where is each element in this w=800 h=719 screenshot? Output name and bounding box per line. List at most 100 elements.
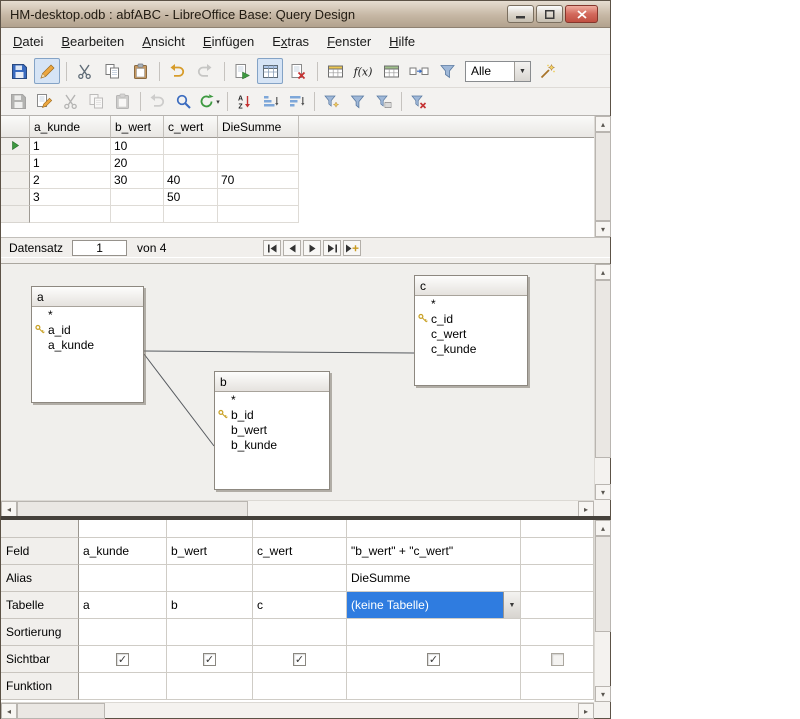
- functions-button[interactable]: f(x): [350, 58, 376, 84]
- edit-mode-button[interactable]: [34, 58, 60, 84]
- grid-cell-sortierung-1[interactable]: [79, 619, 167, 646]
- visible-checkbox[interactable]: [551, 653, 564, 666]
- visible-checkbox[interactable]: ✓: [293, 653, 306, 666]
- limit-combobox[interactable]: Alle▼: [465, 61, 531, 82]
- grid-cell-sortierung-4[interactable]: [347, 619, 521, 646]
- scroll-down-button[interactable]: ▾: [595, 221, 611, 237]
- grid-cell-funktion-2[interactable]: [167, 673, 253, 700]
- results-cell[interactable]: [164, 206, 218, 223]
- previous-record-button[interactable]: [283, 240, 301, 256]
- grid-cell-funktion-1[interactable]: [79, 673, 167, 700]
- table-field-b_kunde[interactable]: b_kunde: [215, 437, 329, 452]
- grid-cell-feld-3[interactable]: c_wert: [253, 538, 347, 565]
- grid-cell-funktion-5[interactable]: [521, 673, 594, 700]
- results-cell[interactable]: 1: [30, 138, 111, 155]
- table-field-b_id[interactable]: b_id: [215, 407, 329, 422]
- menu-einfgen[interactable]: Einfügen: [194, 28, 263, 54]
- results-cell[interactable]: 50: [164, 189, 218, 206]
- scroll-up-button[interactable]: ▴: [595, 520, 611, 536]
- grid-cell-sichtbar-5[interactable]: [521, 646, 594, 673]
- grid-cell-funktion-3[interactable]: [253, 673, 347, 700]
- copy-button[interactable]: [84, 90, 108, 114]
- menu-hilfe[interactable]: Hilfe: [380, 28, 424, 54]
- design-view-button[interactable]: [257, 58, 283, 84]
- menu-bearbeiten[interactable]: Bearbeiten: [52, 28, 133, 54]
- maximize-button[interactable]: [536, 5, 563, 23]
- grid-cell-feld-5[interactable]: [521, 538, 594, 565]
- chevron-down-icon[interactable]: ▼: [514, 62, 530, 81]
- close-button[interactable]: [565, 5, 598, 23]
- results-column-header-b_wert[interactable]: b_wert: [111, 116, 164, 138]
- last-record-button[interactable]: [323, 240, 341, 256]
- scroll-up-button[interactable]: ▴: [595, 116, 611, 132]
- table-field-a_id[interactable]: a_id: [32, 322, 143, 337]
- grid-cell-sichtbar-3[interactable]: ✓: [253, 646, 347, 673]
- grid-cell-tabelle-3[interactable]: c: [253, 592, 347, 619]
- visible-checkbox[interactable]: ✓: [203, 653, 216, 666]
- paste-button[interactable]: [110, 90, 134, 114]
- results-cell[interactable]: 2: [30, 172, 111, 189]
- scroll-down-button[interactable]: ▾: [595, 686, 611, 702]
- chevron-down-icon[interactable]: ▾: [216, 98, 220, 106]
- grid-cell-tabelle-1[interactable]: a: [79, 592, 167, 619]
- sort-button[interactable]: AZ: [232, 90, 256, 114]
- minimize-button[interactable]: [507, 5, 534, 23]
- row-header[interactable]: [1, 138, 30, 155]
- results-cell[interactable]: 40: [164, 172, 218, 189]
- visible-checkbox[interactable]: ✓: [427, 653, 440, 666]
- table-frame-c[interactable]: c*c_idc_wertc_kunde: [414, 275, 528, 386]
- scroll-right-button[interactable]: ▸: [578, 703, 594, 719]
- results-cell[interactable]: 1: [30, 155, 111, 172]
- edit-data-button[interactable]: [32, 90, 56, 114]
- table-field-b_wert[interactable]: b_wert: [215, 422, 329, 437]
- find-record-button[interactable]: [171, 90, 195, 114]
- sort-ascending-button[interactable]: [258, 90, 282, 114]
- table-field-c_kunde[interactable]: c_kunde: [415, 341, 527, 356]
- cut-button[interactable]: [71, 58, 97, 84]
- grid-cell-sichtbar-4[interactable]: ✓: [347, 646, 521, 673]
- results-cell[interactable]: [218, 155, 299, 172]
- grid-cell-alias-4[interactable]: DieSumme: [347, 565, 521, 592]
- cut-button[interactable]: [58, 90, 82, 114]
- save-button[interactable]: [6, 58, 32, 84]
- results-cell[interactable]: [218, 206, 299, 223]
- table-select-dropdown-button[interactable]: ▼: [503, 592, 520, 618]
- next-record-button[interactable]: [303, 240, 321, 256]
- redo-button[interactable]: [192, 58, 218, 84]
- results-column-header-c_wert[interactable]: c_wert: [164, 116, 218, 138]
- grid-cell-feld-2[interactable]: b_wert: [167, 538, 253, 565]
- scroll-thumb[interactable]: [17, 703, 105, 719]
- row-header[interactable]: [1, 155, 30, 172]
- scroll-thumb[interactable]: [595, 280, 611, 458]
- distinct-values-button[interactable]: [434, 58, 460, 84]
- grid-cell-funktion-4[interactable]: [347, 673, 521, 700]
- grid-cell-tabelle-4[interactable]: (keine Tabelle)▼: [347, 592, 521, 619]
- row-header[interactable]: [1, 206, 30, 223]
- results-cell[interactable]: [164, 138, 218, 155]
- grid-cell-alias-2[interactable]: [167, 565, 253, 592]
- grid-cell-sichtbar-2[interactable]: ✓: [167, 646, 253, 673]
- save-record-button[interactable]: [6, 90, 30, 114]
- autofilter-button[interactable]: [319, 90, 343, 114]
- table-name-button[interactable]: [378, 58, 404, 84]
- first-record-button[interactable]: [263, 240, 281, 256]
- menu-ansicht[interactable]: Ansicht: [133, 28, 194, 54]
- table-frame-title[interactable]: a: [32, 287, 143, 307]
- grid-cell-sortierung-3[interactable]: [253, 619, 347, 646]
- table-field-c_id[interactable]: c_id: [415, 311, 527, 326]
- scroll-left-button[interactable]: ◂: [1, 703, 17, 719]
- refresh-button[interactable]: ▾: [197, 90, 221, 114]
- results-cell[interactable]: 20: [111, 155, 164, 172]
- undo-button[interactable]: [164, 58, 190, 84]
- results-cell[interactable]: 70: [218, 172, 299, 189]
- table-field-c_wert[interactable]: c_wert: [415, 326, 527, 341]
- results-cell[interactable]: 30: [111, 172, 164, 189]
- row-header[interactable]: [1, 189, 30, 206]
- grid-cell-tabelle-2[interactable]: b: [167, 592, 253, 619]
- copy-button[interactable]: [99, 58, 125, 84]
- row-header[interactable]: [1, 172, 30, 189]
- results-cell[interactable]: [164, 155, 218, 172]
- results-cell[interactable]: [30, 206, 111, 223]
- scroll-down-button[interactable]: ▾: [595, 484, 611, 500]
- undo-data-button[interactable]: [145, 90, 169, 114]
